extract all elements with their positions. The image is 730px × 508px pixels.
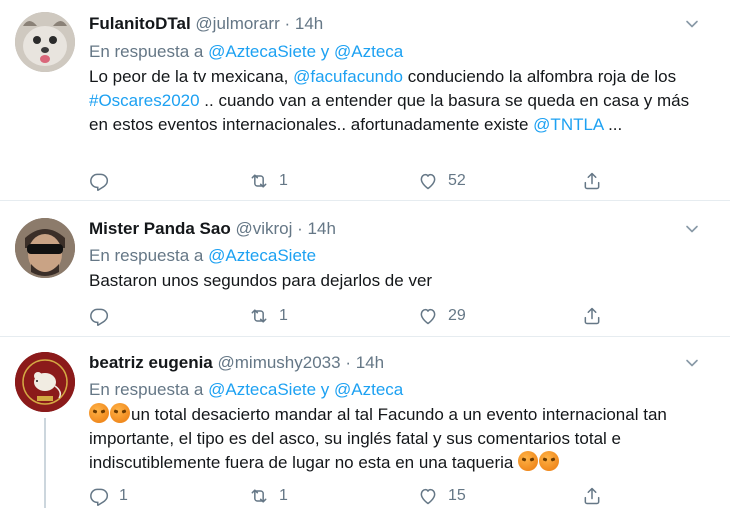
tweet-header: Mister Panda Sao @vikroj · 14h	[89, 219, 336, 239]
angry-face-emoji	[518, 451, 539, 471]
angry-face-emoji	[110, 403, 130, 423]
reply-context: En respuesta a @AztecaSiete y @Azteca	[89, 42, 403, 62]
reply-context: En respuesta a @AztecaSiete y @Azteca	[89, 380, 403, 400]
reply-mentions[interactable]: @AztecaSiete	[208, 246, 316, 265]
timestamp[interactable]: 14h	[308, 219, 336, 238]
chevron-down-icon[interactable]	[684, 221, 700, 237]
reply-button[interactable]: 1	[89, 486, 128, 506]
like-count: 52	[448, 172, 466, 189]
thread-line	[44, 418, 46, 508]
username[interactable]: @mimushy2033	[218, 353, 341, 372]
tweet-actions: 1 52	[89, 171, 619, 191]
like-icon	[418, 306, 438, 326]
display-name[interactable]: Mister Panda Sao	[89, 219, 231, 238]
avatar[interactable]	[15, 12, 75, 72]
reply-button[interactable]	[89, 171, 119, 191]
text: un total desacierto mandar al tal Facund…	[89, 405, 667, 472]
tweet-actions: 1 29	[89, 306, 619, 326]
timestamp[interactable]: 14h	[356, 353, 384, 372]
tweet[interactable]: beatriz eugenia @mimushy2033 · 14h En re…	[0, 336, 730, 508]
avatar[interactable]	[15, 352, 75, 412]
angry-face-emoji	[89, 403, 109, 423]
share-button[interactable]	[582, 306, 602, 326]
retweet-button[interactable]: 1	[249, 171, 288, 191]
text: ...	[603, 115, 623, 134]
like-icon	[418, 486, 438, 506]
like-button[interactable]: 29	[418, 306, 466, 326]
retweet-icon	[249, 171, 269, 191]
username[interactable]: @julmorarr	[195, 14, 279, 33]
tweet[interactable]: Mister Panda Sao @vikroj · 14h En respue…	[0, 200, 730, 337]
retweet-button[interactable]: 1	[249, 486, 288, 506]
reply-icon	[89, 171, 109, 191]
share-icon	[582, 171, 602, 191]
retweet-icon	[249, 306, 269, 326]
share-button[interactable]	[582, 171, 602, 191]
tweet-header: beatriz eugenia @mimushy2033 · 14h	[89, 353, 384, 373]
reply-button[interactable]	[89, 306, 119, 326]
reply-prefix: En respuesta a	[89, 42, 204, 61]
retweet-count: 1	[279, 172, 288, 189]
reply-mentions[interactable]: @AztecaSiete y @Azteca	[208, 42, 403, 61]
retweet-icon	[249, 486, 269, 506]
reply-icon	[89, 486, 109, 506]
tweet-text: Lo peor de la tv mexicana, @facufacundo …	[89, 65, 699, 137]
like-count: 29	[448, 307, 466, 324]
reply-prefix: En respuesta a	[89, 246, 204, 265]
rat-emblem-avatar-icon	[15, 352, 75, 412]
tweet-text: un total desacierto mandar al tal Facund…	[89, 403, 699, 475]
display-name[interactable]: FulanitoDTal	[89, 14, 191, 33]
chevron-down-icon[interactable]	[684, 355, 700, 371]
text: Bastaron unos segundos para dejarlos de …	[89, 271, 433, 290]
reply-icon	[89, 306, 109, 326]
like-button[interactable]: 52	[418, 171, 466, 191]
share-icon	[582, 486, 602, 506]
text: Lo peor de la tv mexicana,	[89, 67, 294, 86]
tweet-text: Bastaron unos segundos para dejarlos de …	[89, 269, 699, 293]
separator: ·	[284, 14, 291, 33]
mention-link[interactable]: @TNTLA	[533, 115, 603, 134]
mention-link[interactable]: @facufacundo	[293, 67, 403, 86]
reply-mentions[interactable]: @AztecaSiete y @Azteca	[208, 380, 403, 399]
display-name[interactable]: beatriz eugenia	[89, 353, 213, 372]
share-icon	[582, 306, 602, 326]
avatar[interactable]	[15, 218, 75, 278]
separator: ·	[297, 219, 303, 238]
reply-count: 1	[119, 487, 128, 504]
angry-face-emoji	[539, 451, 560, 471]
text: conduciendo la alfombra roja de los	[403, 67, 677, 86]
timestamp[interactable]: 14h	[295, 14, 323, 33]
like-button[interactable]: 15	[418, 486, 466, 506]
share-button[interactable]	[582, 486, 602, 506]
chevron-down-icon[interactable]	[684, 16, 700, 32]
retweet-count: 1	[279, 307, 288, 324]
reply-prefix: En respuesta a	[89, 380, 204, 399]
tweet-actions: 1 1 15	[89, 486, 619, 506]
tweet[interactable]: FulanitoDTal @julmorarr · 14h En respues…	[0, 0, 730, 201]
username[interactable]: @vikroj	[235, 219, 292, 238]
dog-avatar-icon	[15, 12, 75, 72]
retweet-count: 1	[279, 487, 288, 504]
separator: ·	[345, 353, 351, 372]
person-avatar-icon	[15, 218, 75, 278]
reply-context: En respuesta a @AztecaSiete	[89, 246, 316, 266]
like-count: 15	[448, 487, 466, 504]
retweet-button[interactable]: 1	[249, 306, 288, 326]
tweet-header: FulanitoDTal @julmorarr · 14h	[89, 14, 323, 34]
like-icon	[418, 171, 438, 191]
hashtag-link[interactable]: #Oscares2020	[89, 91, 200, 110]
